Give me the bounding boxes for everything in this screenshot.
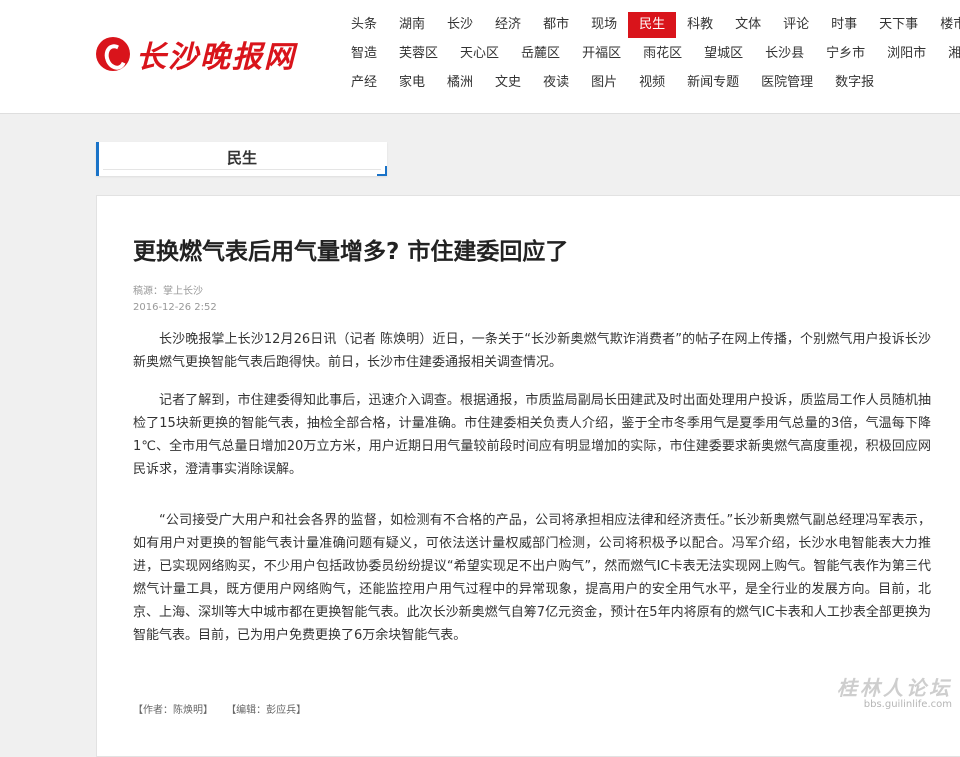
nav-item[interactable]: 湖南 bbox=[388, 12, 436, 38]
nav-row-3: 产经 家电 橘洲 文史 夜读 图片 视频 新闻专题 医院管理 数字报 bbox=[340, 70, 960, 96]
nav-item[interactable]: 岳麓区 bbox=[510, 41, 571, 67]
nav-item[interactable]: 楼市 bbox=[929, 12, 960, 38]
nav-item[interactable]: 夜读 bbox=[532, 70, 580, 96]
article-date: 2016-12-26 2:52 bbox=[133, 302, 217, 313]
article-source: 稿源：掌上长沙 bbox=[133, 286, 203, 297]
nav-item[interactable]: 文体 bbox=[724, 12, 772, 38]
nav-item[interactable]: 科教 bbox=[676, 12, 724, 38]
nav-item[interactable]: 芙蓉区 bbox=[388, 41, 449, 67]
article-credits: 【作者：陈焕明】 【编辑：彭应兵】 bbox=[133, 701, 316, 716]
nav-item[interactable]: 文史 bbox=[484, 70, 532, 96]
nav-item[interactable]: 橘洲 bbox=[436, 70, 484, 96]
corner-decoration-icon bbox=[377, 166, 387, 176]
nav-item[interactable]: 都市 bbox=[532, 12, 580, 38]
site-logo[interactable]: 长沙晚报网 bbox=[96, 34, 296, 75]
logo-icon bbox=[96, 37, 130, 71]
article-card: 更换燃气表后用气量增多? 市住建委回应了 稿源：掌上长沙 2016-12-26 … bbox=[96, 195, 960, 757]
nav-item[interactable]: 浏阳市 bbox=[876, 41, 937, 67]
article-paragraph: 长沙晚报掌上长沙12月26日讯（记者 陈焕明）近日，一条关于“长沙新奥燃气欺诈消… bbox=[133, 332, 931, 370]
article-paragraph: “公司接受广大用户和社会各界的监督，如检测有不合格的产品，公司将承担相应法律和经… bbox=[133, 513, 931, 643]
logo-text: 长沙晚报网 bbox=[136, 40, 296, 75]
nav-item[interactable]: 现场 bbox=[580, 12, 628, 38]
article-body: 长沙晚报掌上长沙12月26日讯（记者 陈焕明）近日，一条关于“长沙新奥燃气欺诈消… bbox=[133, 328, 931, 662]
article-title: 更换燃气表后用气量增多? 市住建委回应了 bbox=[133, 239, 569, 265]
nav-item[interactable]: 宁乡市 bbox=[815, 41, 876, 67]
nav-item[interactable]: 数字报 bbox=[824, 70, 885, 96]
site-header: 长沙晚报网 头条 湖南 长沙 经济 都市 现场 民生 科教 文体 评论 时事 天下事 楼市 智造 芙蓉区天… bbox=[0, 0, 960, 114]
section-tab[interactable]: 民生 bbox=[96, 142, 387, 176]
nav-item[interactable]: 经济 bbox=[484, 12, 532, 38]
nav-row-1: 头条 湖南 长沙 经济 都市 现场 民生 科教 文体 评论 时事 天下事 楼市 bbox=[340, 12, 960, 38]
nav-item[interactable]: 天下事 bbox=[868, 12, 929, 38]
nav-item[interactable]: 望城区 bbox=[693, 41, 754, 67]
nav-item[interactable]: 时事 bbox=[820, 12, 868, 38]
nav-item[interactable]: 视频 bbox=[628, 70, 676, 96]
section-label: 民生 bbox=[103, 144, 381, 170]
article-author: 【作者：陈焕明】 bbox=[133, 705, 213, 716]
nav-item[interactable]: 医院管理 bbox=[750, 70, 824, 96]
nav-item[interactable]: 长沙县 bbox=[754, 41, 815, 67]
article-paragraph: 记者了解到，市住建委得知此事后，迅速介入调查。根据通报，市质监局副局长田建武及时… bbox=[133, 393, 931, 477]
nav-item[interactable]: 长沙 bbox=[436, 12, 484, 38]
nav-item[interactable]: 雨花区 bbox=[632, 41, 693, 67]
nav-item[interactable]: 头条 bbox=[340, 12, 388, 38]
article-editor: 【编辑：彭应兵】 bbox=[226, 705, 307, 716]
nav-item[interactable]: 产经 bbox=[340, 70, 388, 96]
article-meta: 稿源：掌上长沙 2016-12-26 2:52 bbox=[133, 284, 217, 316]
nav-item[interactable]: 民生 bbox=[628, 12, 677, 38]
nav-item[interactable]: 新闻专题 bbox=[676, 70, 750, 96]
main-nav: 头条 湖南 长沙 经济 都市 现场 民生 科教 文体 评论 时事 天下事 楼市 智造 芙蓉区 天心区 岳麓区开… bbox=[340, 12, 960, 99]
nav-item[interactable]: 图片 bbox=[580, 70, 628, 96]
nav-item[interactable]: 评论 bbox=[772, 12, 820, 38]
nav-item[interactable]: 湘 bbox=[937, 41, 960, 67]
nav-row-2: 智造 芙蓉区 天心区 岳麓区 开福区 雨花区 望城区 长沙县 宁乡市 浏阳市湘 bbox=[340, 41, 960, 67]
nav-item[interactable]: 天心区 bbox=[449, 41, 510, 67]
nav-item[interactable]: 家电 bbox=[388, 70, 436, 96]
nav-item[interactable]: 开福区 bbox=[571, 41, 632, 67]
nav-item[interactable]: 智造 bbox=[340, 41, 388, 67]
